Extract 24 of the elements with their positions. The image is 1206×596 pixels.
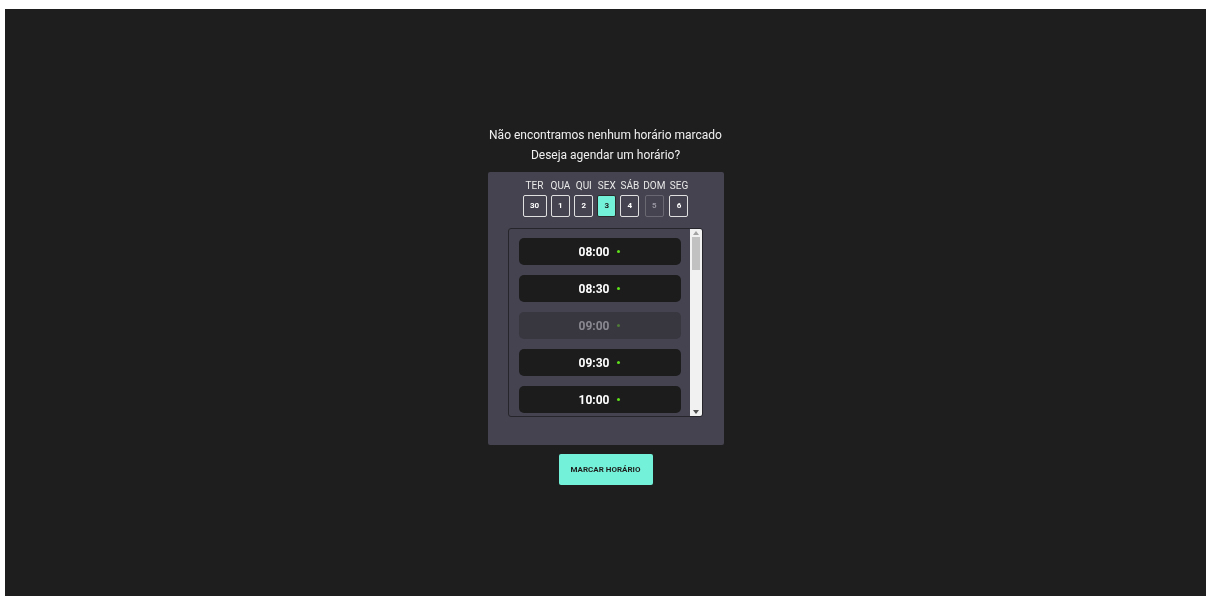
weekday-label: TER	[525, 180, 544, 192]
weekday-label: SEG	[669, 180, 689, 192]
scroll-thumb[interactable]	[692, 237, 700, 270]
time-slot[interactable]: 09:30	[518, 349, 681, 376]
time-slot[interactable]: 08:00	[518, 238, 681, 265]
weekday-label: SEX	[597, 180, 616, 192]
day-button[interactable]: 1	[550, 195, 570, 217]
time-slot[interactable]: 10:00	[518, 386, 681, 413]
message-text: Deseja agendar um horário?	[530, 147, 681, 164]
day-button[interactable]: 2	[574, 195, 594, 217]
time-slot[interactable]: 08:30	[518, 275, 681, 302]
day-button[interactable]: 30	[522, 195, 547, 217]
message-text: Não encontramos nenhum horário marcado	[489, 127, 722, 144]
weekday-label: QUI	[575, 180, 592, 192]
scroll-down-icon[interactable]	[693, 410, 699, 414]
weekday-label: DOM	[643, 180, 666, 192]
day-button[interactable]: 4	[620, 195, 640, 217]
schedule-button[interactable]: MARCAR HORÁRIO	[558, 454, 653, 485]
scrollbar[interactable]	[690, 229, 702, 416]
day-button[interactable]: 6	[669, 195, 689, 217]
day-button[interactable]: 3	[597, 195, 617, 217]
weekday-label: SÁB	[620, 180, 640, 192]
weekday-label: QUA	[550, 180, 571, 192]
scroll-up-icon[interactable]	[693, 231, 699, 235]
